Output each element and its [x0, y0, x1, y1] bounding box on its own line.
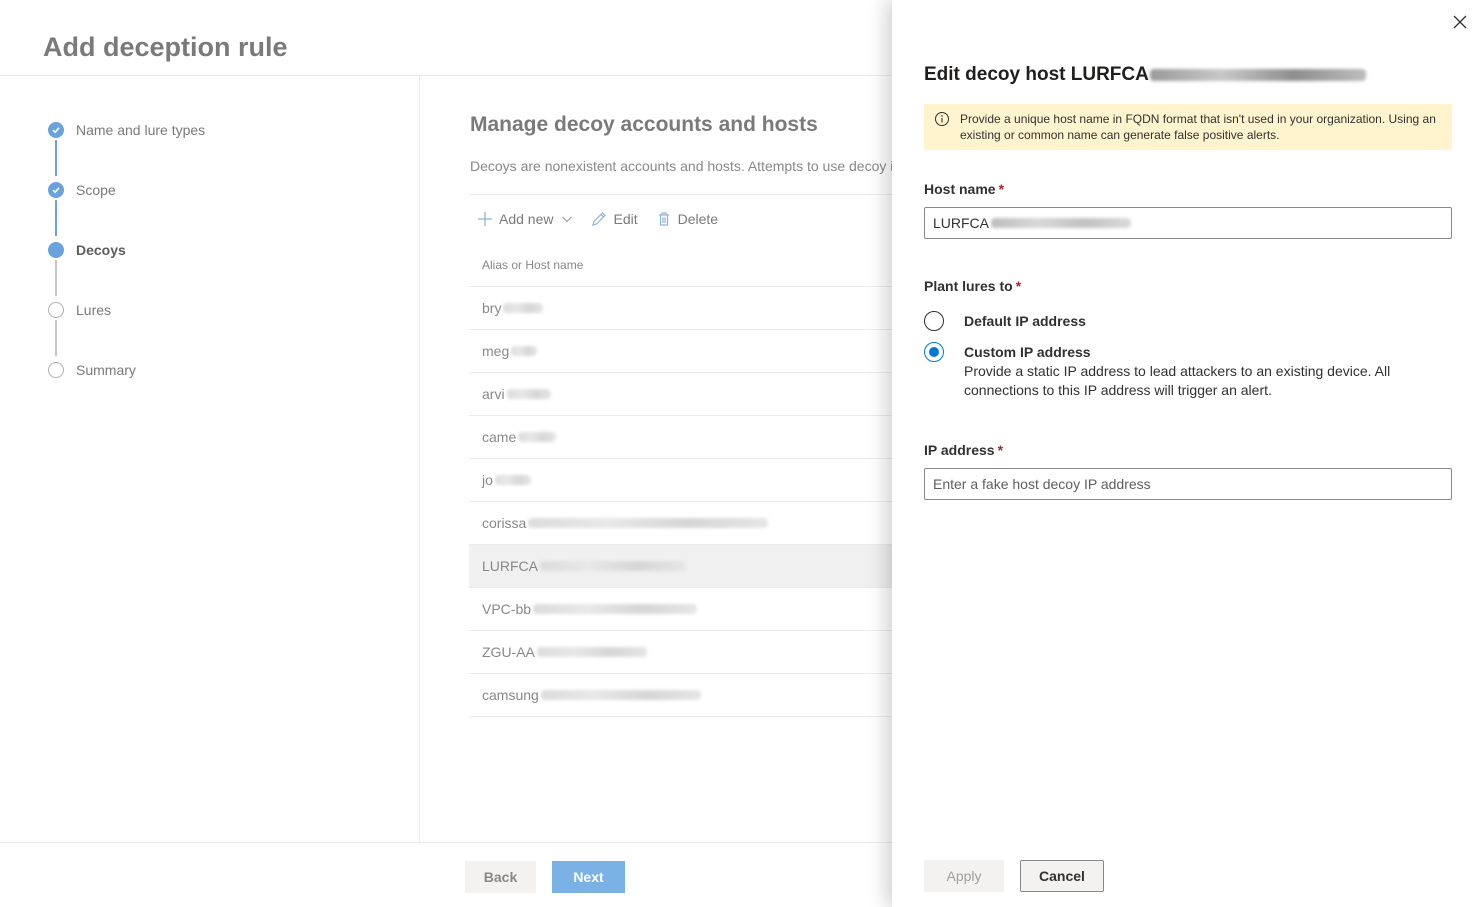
radio-button[interactable]	[924, 311, 944, 331]
step-label: Summary	[76, 362, 136, 378]
step-label: Decoys	[76, 242, 126, 258]
plus-icon	[477, 211, 493, 227]
apply-button[interactable]: Apply	[924, 860, 1004, 892]
redacted-text	[518, 432, 557, 442]
radio-button-selected[interactable]	[924, 342, 944, 362]
trash-icon	[656, 211, 672, 227]
next-button[interactable]: Next	[552, 861, 625, 893]
radio-custom-ip[interactable]: Custom IP address Provide a static IP ad…	[924, 342, 1404, 400]
warning-banner: Provide a unique host name in FQDN forma…	[924, 104, 1452, 150]
pencil-icon	[591, 211, 607, 227]
panel-title: Edit decoy host LURFCA	[924, 64, 1366, 86]
radio-label: Default IP address	[964, 313, 1086, 329]
edit-button[interactable]: Edit	[591, 210, 638, 227]
ip-address-label: IP address *	[924, 442, 1004, 458]
step-connector	[55, 260, 57, 296]
edit-decoy-host-panel: Edit decoy host LURFCA Provide a unique …	[892, 0, 1480, 907]
redacted-text	[991, 218, 1132, 228]
radio-description: Provide a static IP address to lead atta…	[964, 363, 1391, 398]
empty-step-circle-icon	[48, 362, 64, 378]
check-icon	[48, 182, 64, 198]
step-summary[interactable]: Summary	[48, 360, 136, 380]
section-description: Decoys are nonexistent accounts and host…	[470, 158, 894, 174]
redacted-text	[494, 475, 531, 485]
current-step-dot-icon	[48, 242, 64, 258]
delete-button[interactable]: Delete	[656, 211, 718, 227]
info-icon	[934, 111, 950, 127]
plant-lures-label: Plant lures to *	[924, 278, 1022, 294]
host-name-input[interactable]: LURFCA	[924, 207, 1452, 239]
step-connector	[55, 200, 57, 236]
step-lures[interactable]: Lures	[48, 300, 111, 320]
redacted-text	[1149, 69, 1366, 81]
redacted-text	[540, 690, 701, 700]
host-name-label: Host name *	[924, 181, 1005, 197]
close-icon	[1453, 15, 1467, 34]
close-button[interactable]	[1450, 14, 1470, 34]
redacted-text	[528, 518, 769, 528]
step-scope[interactable]: Scope	[48, 180, 116, 200]
redacted-text	[540, 561, 687, 571]
redacted-text	[511, 346, 538, 356]
redacted-text	[503, 303, 544, 313]
warning-text: Provide a unique host name in FQDN forma…	[960, 112, 1436, 142]
redacted-text	[536, 647, 647, 657]
edit-label: Edit	[613, 210, 638, 227]
check-icon	[48, 122, 64, 138]
step-decoys[interactable]: Decoys	[48, 240, 126, 260]
step-connector	[55, 140, 57, 176]
redacted-text	[506, 389, 551, 399]
step-name-and-lure-types[interactable]: Name and lure types	[48, 120, 205, 140]
page-title: Add deception rule	[43, 32, 288, 62]
radio-label: Custom IP address	[964, 344, 1091, 360]
empty-step-circle-icon	[48, 302, 64, 318]
step-label: Lures	[76, 302, 112, 318]
cancel-button[interactable]: Cancel	[1020, 860, 1104, 892]
section-title: Manage decoy accounts and hosts	[470, 113, 818, 136]
chevron-down-icon	[561, 213, 573, 225]
back-button[interactable]: Back	[465, 861, 536, 893]
step-connector	[55, 320, 57, 356]
wizard-steps: Name and lure types Scope Decoys Lures S…	[0, 76, 420, 842]
step-label: Name and lure types	[76, 122, 206, 138]
ip-address-input[interactable]	[924, 468, 1452, 500]
step-label: Scope	[76, 182, 116, 198]
radio-default-ip[interactable]: Default IP address	[924, 311, 1086, 331]
delete-label: Delete	[677, 210, 719, 227]
add-new-label: Add new	[499, 210, 554, 227]
add-new-button[interactable]: Add new	[477, 211, 573, 227]
redacted-text	[533, 604, 698, 614]
